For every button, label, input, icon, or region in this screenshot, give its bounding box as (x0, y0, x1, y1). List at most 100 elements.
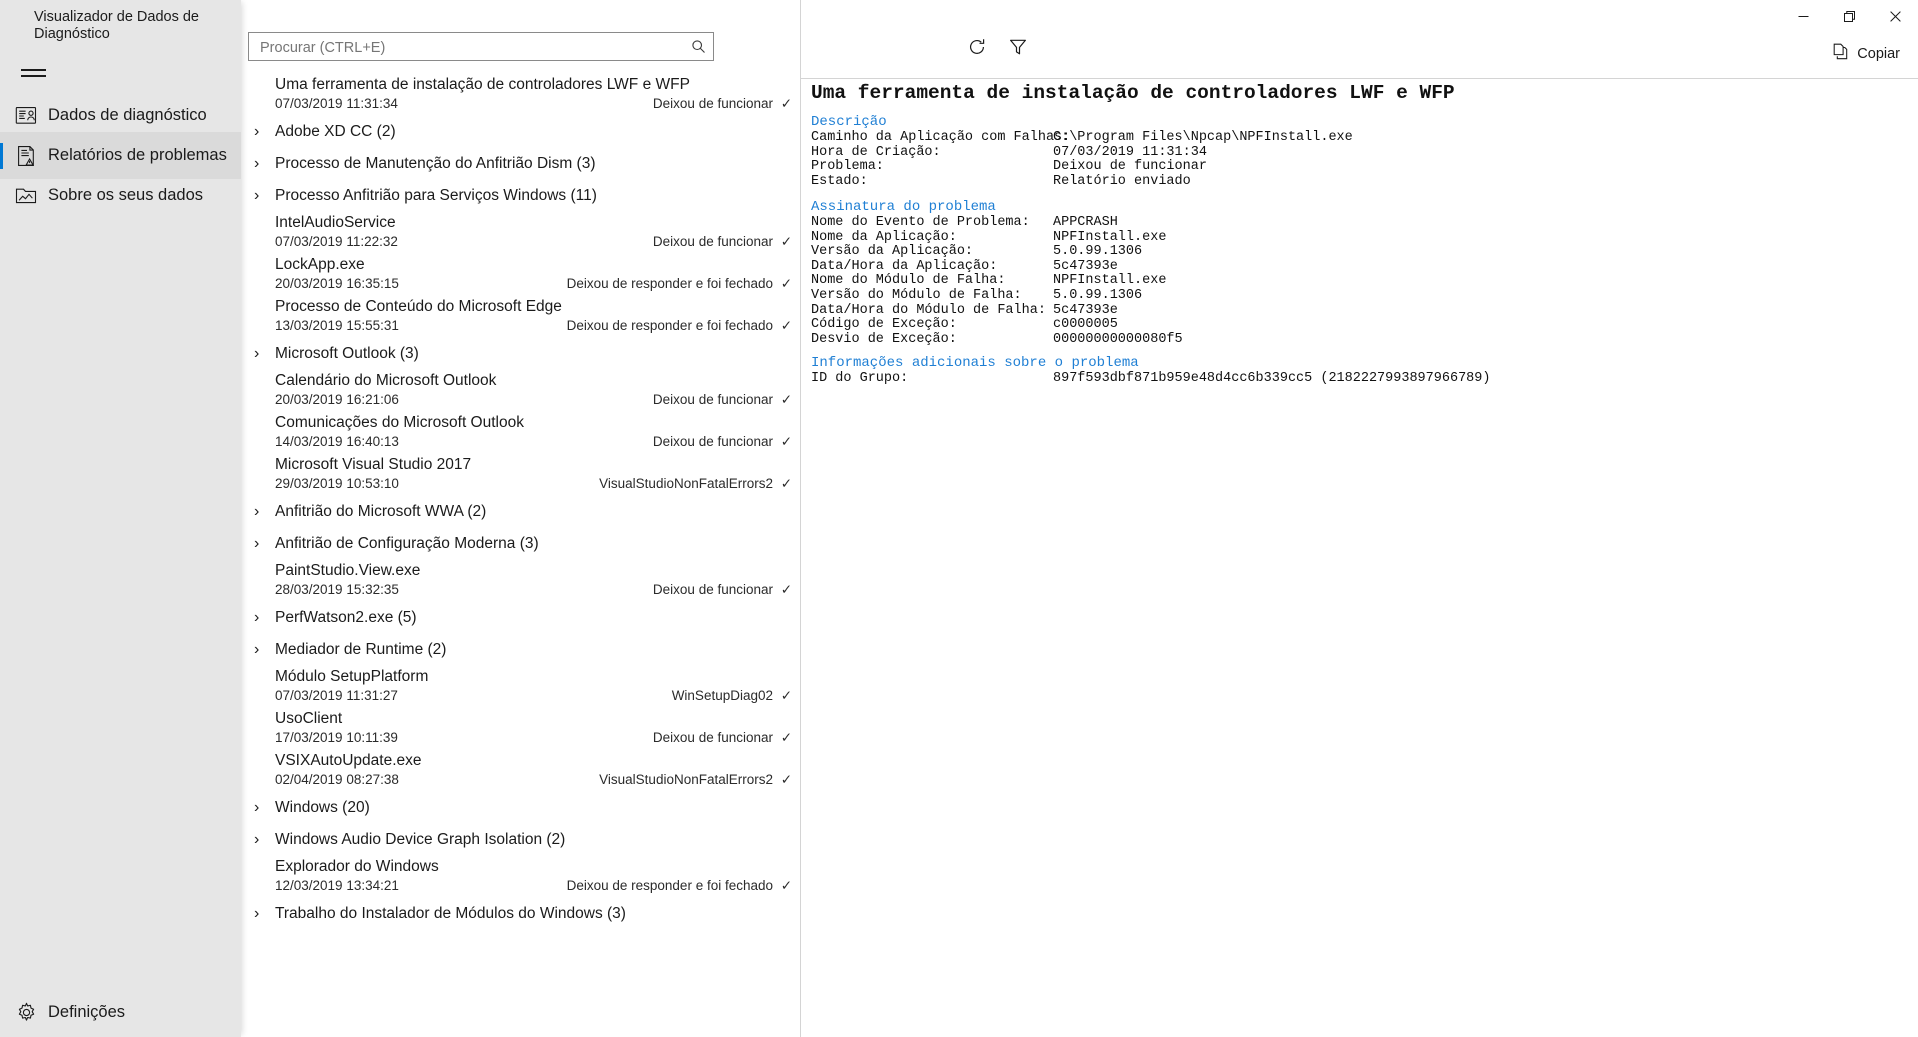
list-item-timestamp: 07/03/2019 11:31:34 (275, 96, 398, 111)
maximize-restore-icon[interactable] (1826, 0, 1872, 32)
detail-field-value: NPFInstall.exe (1053, 273, 1167, 289)
detail-field: Versão do Módulo de Falha: 5.0.99.1306 (811, 288, 1901, 304)
detail-field: Código de Exceção: c0000005 (811, 318, 1901, 333)
detail-field: Data/Hora do Módulo de Falha: 5c47393e (811, 303, 1901, 319)
list-item[interactable]: Explorador do Windows 12/03/2019 13:34:21… (241, 856, 800, 898)
list-item-title: Comunicações do Microsoft Outlook (275, 414, 524, 431)
chevron-right-icon[interactable]: › (254, 634, 259, 666)
list-group-row[interactable]: › Windows Audio Device Graph Isolation (2… (241, 824, 800, 856)
detail-field-value: APPCRASH (1053, 215, 1118, 230)
detail-field-label: Nome do Evento de Problema: (811, 215, 1030, 230)
list-group-row[interactable]: › Anfitrião do Microsoft WWA (2) (241, 496, 800, 528)
selection-indicator (0, 143, 3, 169)
list-item[interactable]: Comunicações do Microsoft Outlook 14/03/2… (241, 412, 800, 454)
list-group-row[interactable]: › Trabalho do Instalador de Módulos do Wi… (241, 898, 800, 930)
list-group-label: Windows Audio Device Graph Isolation (2) (275, 831, 566, 848)
detail-field-label: Problema: (811, 159, 884, 175)
copy-icon (1833, 43, 1850, 65)
detail-field-label: Hora de Criação: (811, 144, 941, 160)
list-item[interactable]: IntelAudioService 07/03/2019 11:22:32 Deix… (241, 212, 800, 254)
list-group-row[interactable]: › Microsoft Outlook (3) (241, 338, 800, 370)
about-your-data-icon (13, 183, 39, 209)
filter-icon[interactable] (1004, 33, 1032, 61)
list-group-row[interactable]: › Processo de Manutenção do Anfitrião Dis… (241, 148, 800, 180)
sidebar-item-label: Sobre os seus dados (48, 186, 204, 204)
list-item-title: Explorador do Windows (275, 858, 439, 875)
check-icon: ✓ (780, 392, 792, 407)
check-icon: ✓ (780, 772, 792, 787)
hamburger-menu-icon[interactable] (12, 50, 60, 94)
chevron-right-icon[interactable]: › (254, 148, 259, 180)
gear-icon (13, 1000, 39, 1026)
list-group-row[interactable]: › Processo Anfitrião para Serviços Window… (241, 180, 800, 212)
list-item[interactable]: Uma ferramenta de instalação de controla… (241, 74, 800, 116)
chevron-right-icon[interactable]: › (254, 338, 259, 370)
list-item[interactable]: Microsoft Visual Studio 2017 29/03/2019 1… (241, 454, 800, 496)
chevron-right-icon[interactable]: › (254, 602, 259, 634)
list-item-timestamp: 07/03/2019 11:22:32 (275, 234, 398, 249)
detail-field: Nome da Aplicação: NPFInstall.exe (811, 229, 1901, 246)
list-item-status: VisualStudioNonFatalErrors2 (599, 476, 773, 491)
search-input[interactable] (258, 33, 682, 62)
detail-field: Nome do Evento de Problema: APPCRASH (811, 215, 1901, 231)
list-item-title: PaintStudio.View.exe (275, 562, 421, 579)
list-item-status: Deixou de funcionar (652, 582, 773, 597)
chevron-right-icon[interactable]: › (254, 898, 259, 930)
list-group-row[interactable]: › Anfitrião de Configuração Moderna (3) (241, 528, 800, 560)
list-group-label: Anfitrião de Configuração Moderna (3) (275, 535, 539, 552)
detail-field-value: NPFInstall.exe (1053, 229, 1167, 245)
detail-field: Problema: Deixou de funcionar (811, 160, 1901, 175)
sidebar-item-sobre-os-seus-dados[interactable]: Sobre os seus dados (0, 172, 241, 219)
copy-button[interactable]: Copiar (1827, 41, 1906, 67)
sidebar-item-label: Dados de diagnóstico (48, 106, 207, 124)
problem-reports-icon (13, 143, 39, 169)
problem-reports-list[interactable]: Uma ferramenta de instalação de controla… (241, 74, 800, 1037)
list-item-status: Deixou de responder e foi fechado (566, 318, 773, 333)
copy-button-label: Copiar (1857, 46, 1900, 62)
detail-field-label: Versão da Aplicação: (811, 244, 974, 260)
list-item-status: Deixou de responder e foi fechado (566, 276, 773, 291)
search-box[interactable] (248, 32, 714, 62)
list-group-row[interactable]: › Adobe XD CC (2) (241, 116, 800, 148)
list-group-row[interactable]: › PerfWatson2.exe (5) (241, 602, 800, 634)
chevron-right-icon[interactable]: › (254, 180, 259, 212)
check-icon: ✓ (780, 582, 792, 597)
minimize-icon[interactable] (1780, 0, 1826, 32)
list-item-timestamp: 13/03/2019 15:55:31 (275, 318, 399, 333)
list-item[interactable]: Processo de Conteúdo do Microsoft Edge 13… (241, 296, 800, 338)
list-item[interactable]: PaintStudio.View.exe 28/03/2019 15:32:35 D… (241, 560, 800, 602)
chevron-right-icon[interactable]: › (254, 528, 259, 560)
check-icon: ✓ (780, 276, 792, 291)
hamburger-bar (21, 75, 46, 77)
list-item[interactable]: VSIXAutoUpdate.exe 02/04/2019 08:27:38 Vis… (241, 750, 800, 792)
list-item[interactable]: LockApp.exe 20/03/2019 16:35:15 Deixou de … (241, 254, 800, 296)
list-group-row[interactable]: › Windows (20) (241, 792, 800, 824)
detail-field-value: 07/03/2019 11:31:34 (1053, 144, 1207, 160)
search-icon[interactable] (686, 35, 711, 58)
close-icon[interactable] (1872, 0, 1918, 32)
list-group-label: Adobe XD CC (2) (275, 123, 396, 140)
chevron-right-icon[interactable]: › (254, 496, 259, 528)
list-item[interactable]: Módulo SetupPlatform 07/03/2019 11:31:27 W… (241, 666, 800, 708)
chevron-right-icon[interactable]: › (254, 792, 259, 824)
detail-field: Hora de Criação: 07/03/2019 11:31:34 (811, 144, 1901, 161)
refresh-icon[interactable] (963, 33, 991, 61)
list-item-title: Processo de Conteúdo do Microsoft Edge (275, 298, 562, 315)
diagnostic-data-icon (13, 103, 39, 129)
detail-field-label: Estado: (811, 173, 868, 189)
detail-field-label: Desvio de Exceção: (811, 331, 957, 347)
list-item[interactable]: Calendário do Microsoft Outlook 20/03/201… (241, 370, 800, 412)
list-item-title: Módulo SetupPlatform (275, 668, 429, 685)
chevron-right-icon[interactable]: › (254, 824, 259, 856)
sidebar-item-definicoes[interactable]: Definições (0, 989, 241, 1036)
detail-section-informacoes: Informações adicionais sobre o problema I… (811, 354, 1901, 387)
detail-section-assinatura: Assinatura do problema Nome do Evento de … (811, 198, 1901, 347)
list-group-row[interactable]: › Mediador de Runtime (2) (241, 634, 800, 666)
list-item-status: VisualStudioNonFatalErrors2 (599, 772, 773, 787)
check-icon: ✓ (780, 434, 792, 449)
list-item[interactable]: UsoClient 17/03/2019 10:11:39 Deixou de fu… (241, 708, 800, 750)
chevron-right-icon[interactable]: › (254, 116, 259, 148)
detail-field: Nome do Módulo de Falha: NPFInstall.exe (811, 274, 1901, 289)
list-item-timestamp: 12/03/2019 13:34:21 (275, 878, 399, 893)
list-item-timestamp: 20/03/2019 16:35:15 (275, 276, 399, 291)
